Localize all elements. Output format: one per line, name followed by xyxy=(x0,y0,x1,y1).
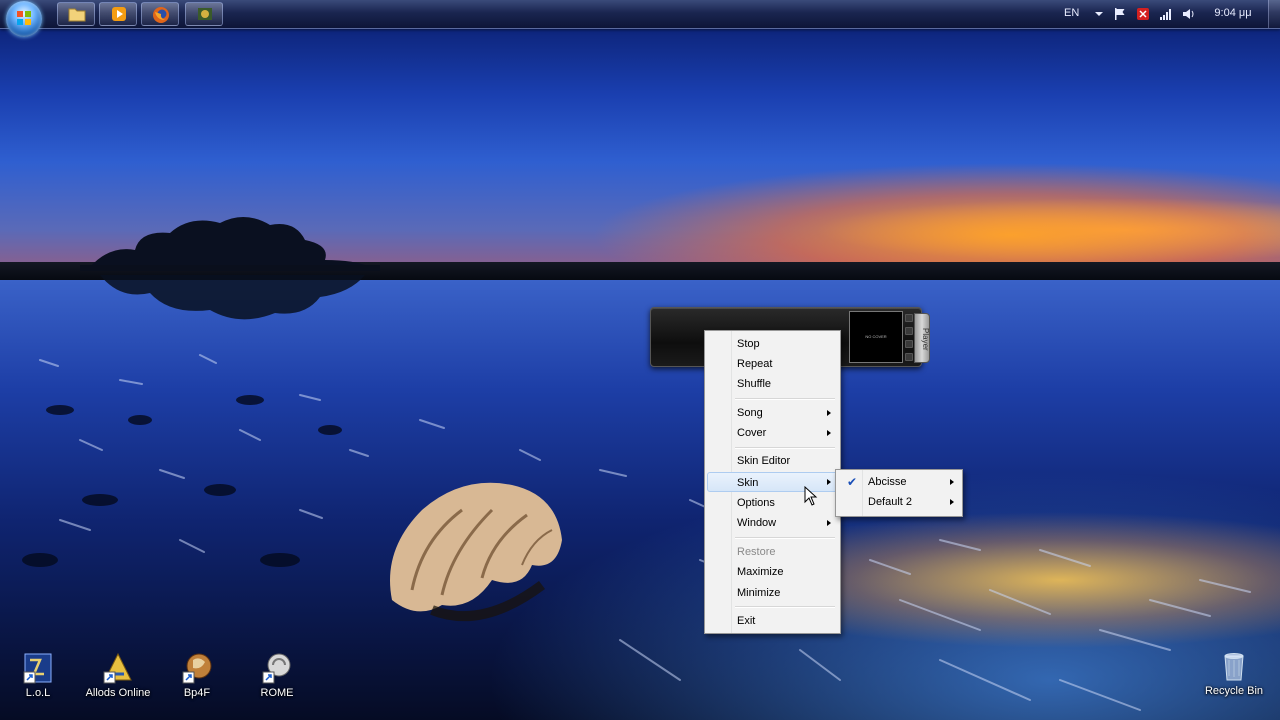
desktop-icon-recycle-bin[interactable]: Recycle Bin xyxy=(1194,650,1274,697)
red-app-icon[interactable] xyxy=(1136,7,1150,21)
player-controls xyxy=(905,314,913,366)
menu-item-song[interactable]: Song xyxy=(707,403,838,423)
system-clock[interactable]: 9:04 μμ xyxy=(1210,7,1256,19)
rome-game-icon xyxy=(262,653,291,684)
menu-item-options[interactable]: Options xyxy=(707,493,838,513)
desktop-wallpaper xyxy=(0,0,1280,720)
player-control-button[interactable] xyxy=(905,353,913,361)
skin-option-abcisse[interactable]: ✔ Abcisse xyxy=(838,472,960,492)
menu-separator xyxy=(735,537,835,539)
desktop-icon-label: Allods Online xyxy=(85,687,151,699)
menu-item-label: Skin Editor xyxy=(737,455,791,467)
menu-item-label: Shuffle xyxy=(737,378,772,390)
menu-item-skin-editor[interactable]: Skin Editor xyxy=(707,451,838,471)
menu-item-exit[interactable]: Exit xyxy=(707,611,838,631)
menu-item-minimize[interactable]: Minimize xyxy=(707,583,838,603)
player-tab-label: Player xyxy=(921,327,930,351)
menu-item-label: Exit xyxy=(737,615,756,627)
action-center-flag-icon[interactable] xyxy=(1113,7,1127,21)
desktop-icon-label: ROME xyxy=(260,687,294,699)
taskbar-firefox-button[interactable] xyxy=(141,2,179,26)
menu-item-restore: Restore xyxy=(707,542,838,562)
menu-separator xyxy=(735,606,835,608)
media-player-icon xyxy=(112,7,126,21)
menu-item-maximize[interactable]: Maximize xyxy=(707,562,838,582)
game-icon xyxy=(198,8,212,20)
windows-logo-icon xyxy=(17,11,31,25)
player-control-button[interactable] xyxy=(905,327,913,335)
menu-item-shuffle[interactable]: Shuffle xyxy=(707,374,838,394)
menu-item-window[interactable]: Window xyxy=(707,513,838,533)
player-control-button[interactable] xyxy=(905,314,913,322)
menu-separator xyxy=(735,447,835,449)
menu-item-label: Song xyxy=(737,407,763,419)
skin-submenu: ✔ Abcisse Default 2 xyxy=(835,469,963,517)
menu-item-label: Abcisse xyxy=(868,476,907,488)
submenu-arrow-icon xyxy=(827,430,831,436)
taskbar-explorer-button[interactable] xyxy=(57,2,95,26)
menu-separator xyxy=(735,398,835,400)
desktop-icon-label: Recycle Bin xyxy=(1204,685,1264,697)
album-cover: NO COVER xyxy=(849,311,903,363)
desktop-icon-allods-online[interactable]: Allods Online xyxy=(78,652,158,699)
taskbar-game-button[interactable] xyxy=(185,2,223,26)
menu-item-label: Maximize xyxy=(737,566,784,578)
menu-item-repeat[interactable]: Repeat xyxy=(707,354,838,374)
menu-item-label: Restore xyxy=(737,546,776,558)
checkmark-icon: ✔ xyxy=(847,475,858,489)
player-control-button[interactable] xyxy=(905,340,913,348)
submenu-arrow-icon xyxy=(950,499,954,505)
menu-item-stop[interactable]: Stop xyxy=(707,334,838,354)
player-context-menu: Stop Repeat Shuffle Song Cover Skin Edit… xyxy=(704,330,841,634)
menu-item-label: Repeat xyxy=(737,358,773,370)
chevron-down-icon[interactable] xyxy=(1092,7,1106,21)
start-button[interactable] xyxy=(6,1,42,37)
menu-item-cover[interactable]: Cover xyxy=(707,423,838,443)
menu-item-label: Options xyxy=(737,497,775,509)
bp4f-game-icon xyxy=(182,653,212,684)
menu-item-label: Default 2 xyxy=(868,496,913,508)
desktop-icon-label: L.o.L xyxy=(25,687,51,699)
wallpaper-seashell xyxy=(390,482,562,622)
submenu-arrow-icon xyxy=(827,410,831,416)
menu-item-label: Minimize xyxy=(737,587,781,599)
lol-game-icon xyxy=(23,653,52,684)
desktop-icon-label: Bp4F xyxy=(183,687,211,699)
submenu-arrow-icon xyxy=(827,479,831,485)
network-signal-icon[interactable] xyxy=(1159,7,1173,21)
menu-item-label: Cover xyxy=(737,427,767,439)
submenu-arrow-icon xyxy=(950,479,954,485)
recycle-bin-icon xyxy=(1224,653,1244,681)
desktop-icon-bp4f[interactable]: Bp4F xyxy=(157,652,237,699)
cover-placeholder-text: NO COVER xyxy=(865,334,887,339)
skin-option-default-2[interactable]: Default 2 xyxy=(838,492,960,512)
submenu-arrow-icon xyxy=(827,520,831,526)
menu-item-label: Window xyxy=(737,517,777,529)
language-indicator[interactable]: EN xyxy=(1064,7,1079,19)
volume-icon[interactable] xyxy=(1182,7,1196,21)
menu-item-skin[interactable]: Skin xyxy=(707,472,838,492)
menu-item-label: Skin xyxy=(737,477,759,489)
taskbar-media-player-button[interactable] xyxy=(99,2,137,26)
menu-item-label: Stop xyxy=(737,338,760,350)
firefox-icon xyxy=(153,7,169,23)
show-desktop-button[interactable] xyxy=(1268,0,1280,28)
player-side-tab[interactable]: Player xyxy=(914,313,930,363)
desktop-icon-lol[interactable]: L.o.L xyxy=(0,652,78,699)
allods-game-icon xyxy=(103,652,132,684)
desktop-icon-rome[interactable]: ROME xyxy=(237,652,317,699)
folder-icon xyxy=(68,8,86,22)
